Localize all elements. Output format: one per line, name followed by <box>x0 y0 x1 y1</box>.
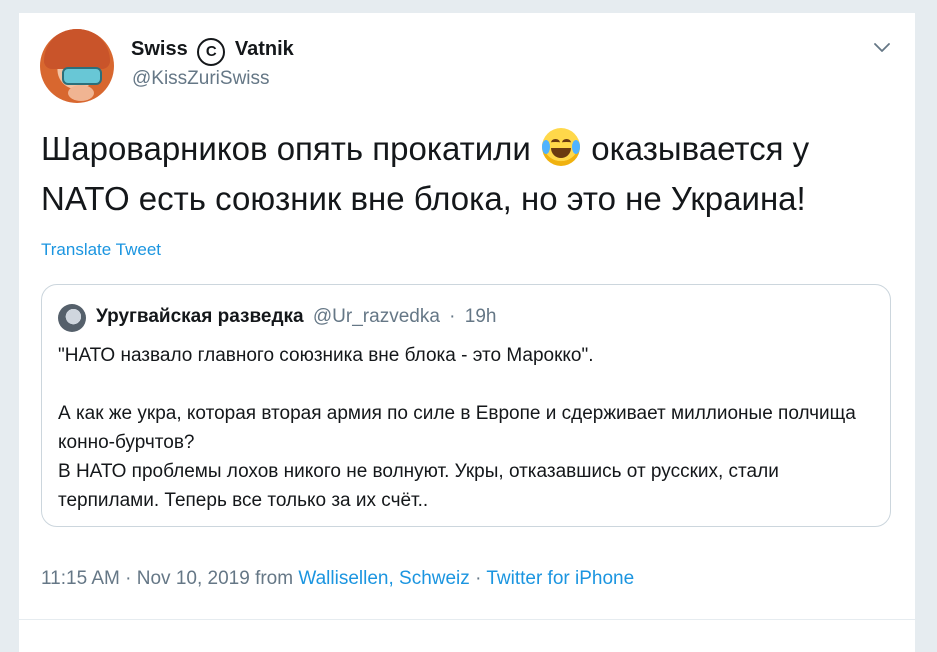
author-handle[interactable]: @KissZuriSwiss <box>132 68 270 90</box>
quoted-author-name: Уругвайская разведка <box>96 306 304 327</box>
tweet-time[interactable]: 11:15 AM <box>41 568 120 589</box>
quoted-tweet[interactable]: Уругвайская разведка @Ur_razvedka · 19h … <box>41 284 891 527</box>
avatar-hair <box>44 29 110 69</box>
quoted-time: 19h <box>464 306 497 327</box>
quoted-tweet-header: Уругвайская разведка @Ur_razvedka · 19h <box>96 306 496 328</box>
bottom-divider <box>19 619 915 620</box>
copyright-symbol: C <box>197 38 226 66</box>
top-divider <box>19 12 915 13</box>
meta-separator-1: · <box>125 568 132 589</box>
meta-from-label: from <box>255 568 294 589</box>
translate-tweet-link[interactable]: Translate Tweet <box>41 240 161 260</box>
tweet-text: Шароварников опять прокатили оказывается… <box>41 124 891 224</box>
author-avatar[interactable] <box>40 29 114 103</box>
author-name[interactable]: Swiss C Vatnik <box>131 38 294 66</box>
author-name-last: Vatnik <box>234 38 294 60</box>
avatar-glasses <box>62 67 102 85</box>
tweet-card: Swiss C Vatnik @KissZuriSwiss Шароварник… <box>18 12 916 652</box>
quoted-author-avatar <box>58 304 86 332</box>
tweet-source-link[interactable]: Twitter for iPhone <box>486 568 634 589</box>
tweet-metadata: 11:15 AM · Nov 10, 2019 from Wallisellen… <box>41 568 634 590</box>
chevron-down-icon[interactable] <box>871 36 893 58</box>
quoted-separator: · <box>449 306 456 327</box>
tweet-date[interactable]: Nov 10, 2019 <box>137 568 250 589</box>
tears-of-joy-emoji-icon <box>542 128 581 166</box>
tweet-text-part1: Шароварников опять прокатили <box>41 130 531 167</box>
tweet-location-link[interactable]: Wallisellen, Schweiz <box>298 568 469 589</box>
quoted-author-handle: @Ur_razvedka <box>312 306 440 327</box>
meta-separator-2: · <box>475 568 482 589</box>
author-name-first: Swiss <box>131 38 188 60</box>
avatar-chin <box>68 85 94 101</box>
quoted-tweet-body: "НАТО назвало главного союзника вне блок… <box>58 345 856 511</box>
